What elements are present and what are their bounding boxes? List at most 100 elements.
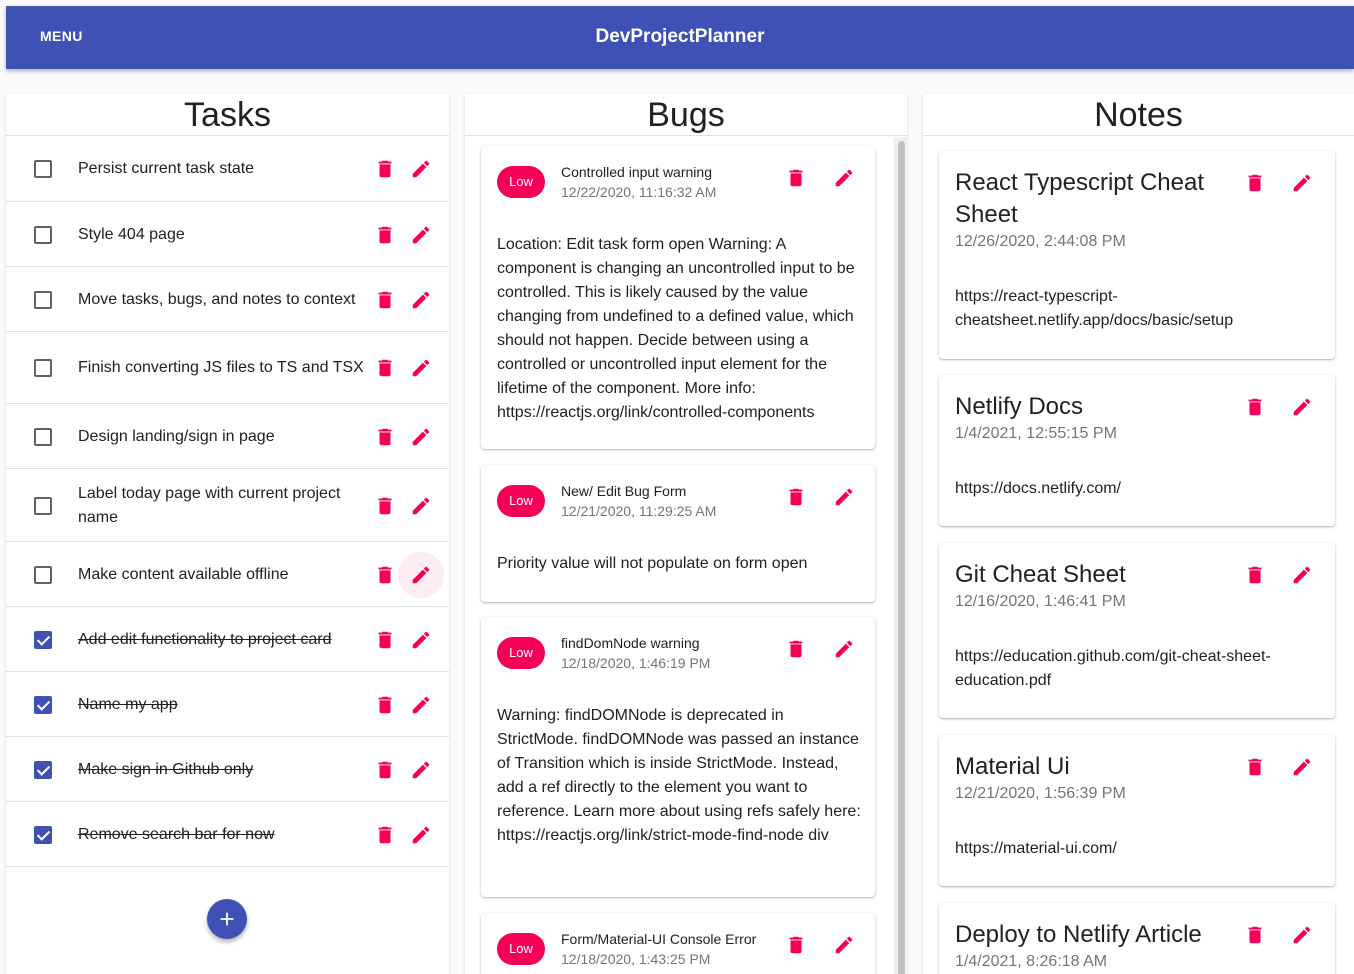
task-checkbox[interactable]	[34, 695, 52, 714]
task-checkbox[interactable]	[34, 427, 52, 446]
delete-task-button[interactable]	[371, 286, 399, 314]
edit-task-button[interactable]	[407, 821, 435, 849]
pencil-icon	[835, 488, 853, 506]
edit-note-button[interactable]	[1288, 921, 1316, 949]
delete-task-button[interactable]	[371, 354, 399, 382]
priority-badge: Low	[497, 166, 545, 198]
note-body: https://material-ui.com/	[955, 840, 1117, 857]
notes-title: Notes	[923, 94, 1354, 136]
task-checkbox[interactable]	[34, 565, 52, 584]
delete-task-button[interactable]	[371, 155, 399, 183]
delete-task-button[interactable]	[371, 821, 399, 849]
edit-note-button[interactable]	[1288, 393, 1316, 421]
app-title: DevProjectPlanner	[595, 26, 765, 47]
edit-task-button[interactable]	[407, 155, 435, 183]
note-card: Git Cheat Sheet 12/16/2020, 1:46:41 PM htt…	[939, 543, 1335, 718]
delete-bug-button[interactable]	[782, 635, 810, 663]
bugs-scrollbar[interactable]	[894, 137, 907, 974]
note-body: https://education.github.com/git-cheat-s…	[955, 648, 1271, 689]
bug-card: Low Controlled input warning 12/22/2020, 1…	[481, 146, 875, 449]
delete-bug-button[interactable]	[782, 483, 810, 511]
delete-bug-button[interactable]	[782, 164, 810, 192]
edit-task-button[interactable]	[398, 551, 444, 598]
edit-bug-button[interactable]	[830, 931, 858, 959]
task-checkbox[interactable]	[34, 160, 52, 178]
pencil-icon	[412, 696, 430, 713]
bugs-title: Bugs	[465, 94, 907, 136]
edit-note-button[interactable]	[1288, 169, 1316, 197]
edit-task-button[interactable]	[407, 423, 435, 451]
task-checkbox[interactable]	[34, 359, 52, 377]
task-checkbox[interactable]	[34, 630, 52, 649]
delete-note-button[interactable]	[1241, 921, 1269, 949]
edit-task-button[interactable]	[407, 756, 435, 784]
bug-list: Low Controlled input warning 12/22/2020, 1…	[465, 137, 907, 974]
task-text: Design landing/sign in page	[78, 427, 275, 445]
task-checkbox[interactable]	[34, 825, 52, 844]
delete-bug-button[interactable]	[782, 931, 810, 959]
note-body: https://react-typescript-cheatsheet.netl…	[955, 288, 1234, 329]
trash-icon	[1248, 926, 1262, 944]
note-list: React Typescript Cheat Sheet 12/26/2020, …	[923, 137, 1354, 974]
pencil-icon	[412, 226, 430, 243]
delete-task-button[interactable]	[371, 492, 399, 520]
trash-icon	[789, 488, 803, 506]
note-card: Netlify Docs 1/4/2021, 12:55:15 PM https:/…	[939, 375, 1335, 526]
task-text: Make sign in Github only	[78, 760, 254, 778]
delete-task-button[interactable]	[371, 691, 399, 719]
task-text: Finish converting JS files to TS and TSX	[78, 359, 364, 376]
bug-date: 12/22/2020, 11:16:32 AM	[561, 184, 717, 200]
delete-task-button[interactable]	[371, 756, 399, 784]
add-task-button[interactable]	[207, 899, 247, 939]
edit-task-button[interactable]	[407, 221, 435, 249]
task-text: Make content available offline	[78, 565, 289, 583]
task-text: Label today page with current project na…	[78, 484, 341, 526]
trash-icon	[378, 291, 392, 308]
task-row: Style 404 page	[6, 202, 449, 267]
task-row: Label today page with current project na…	[6, 469, 449, 542]
scrollbar-thumb[interactable]	[898, 141, 905, 974]
delete-task-button[interactable]	[371, 561, 399, 589]
task-checkbox[interactable]	[34, 290, 52, 309]
trash-icon	[789, 640, 803, 658]
trash-icon	[1248, 398, 1262, 416]
task-row: Remove search bar for now	[6, 802, 449, 867]
edit-note-button[interactable]	[1288, 561, 1316, 589]
task-row: Finish converting JS files to TS and TSX	[6, 332, 449, 404]
task-text: Name my app	[78, 695, 178, 713]
edit-bug-button[interactable]	[830, 483, 858, 511]
delete-note-button[interactable]	[1241, 753, 1269, 781]
delete-task-button[interactable]	[371, 423, 399, 451]
delete-task-button[interactable]	[371, 626, 399, 654]
pencil-icon	[412, 566, 430, 583]
delete-note-button[interactable]	[1241, 561, 1269, 589]
note-body: https://docs.netlify.com/	[955, 480, 1121, 497]
pencil-icon	[412, 497, 430, 514]
note-date: 12/21/2020, 1:56:39 PM	[955, 785, 1126, 802]
edit-bug-button[interactable]	[830, 635, 858, 663]
delete-note-button[interactable]	[1241, 169, 1269, 197]
task-checkbox[interactable]	[34, 496, 52, 515]
app-bar: MENU DevProjectPlanner	[6, 6, 1354, 69]
note-card: Material Ui 12/21/2020, 1:56:39 PM https:/…	[939, 735, 1335, 886]
edit-task-button[interactable]	[407, 626, 435, 654]
trash-icon	[378, 631, 392, 648]
delete-note-button[interactable]	[1241, 393, 1269, 421]
edit-bug-button[interactable]	[830, 164, 858, 192]
delete-task-button[interactable]	[371, 221, 399, 249]
bug-date: 12/18/2020, 1:43:25 PM	[561, 951, 711, 967]
task-checkbox[interactable]	[34, 760, 52, 779]
edit-task-button[interactable]	[407, 492, 435, 520]
trash-icon	[789, 169, 803, 187]
task-row: Make sign in Github only	[6, 737, 449, 802]
edit-note-button[interactable]	[1288, 753, 1316, 781]
task-checkbox[interactable]	[34, 225, 52, 244]
pencil-icon	[1293, 758, 1311, 776]
bug-title: New/ Edit Bug Form	[561, 483, 687, 499]
edit-task-button[interactable]	[407, 354, 435, 382]
edit-task-button[interactable]	[407, 691, 435, 719]
pencil-icon	[1293, 398, 1311, 416]
edit-task-button[interactable]	[407, 286, 435, 314]
pencil-icon	[412, 160, 430, 178]
trash-icon	[789, 936, 803, 954]
